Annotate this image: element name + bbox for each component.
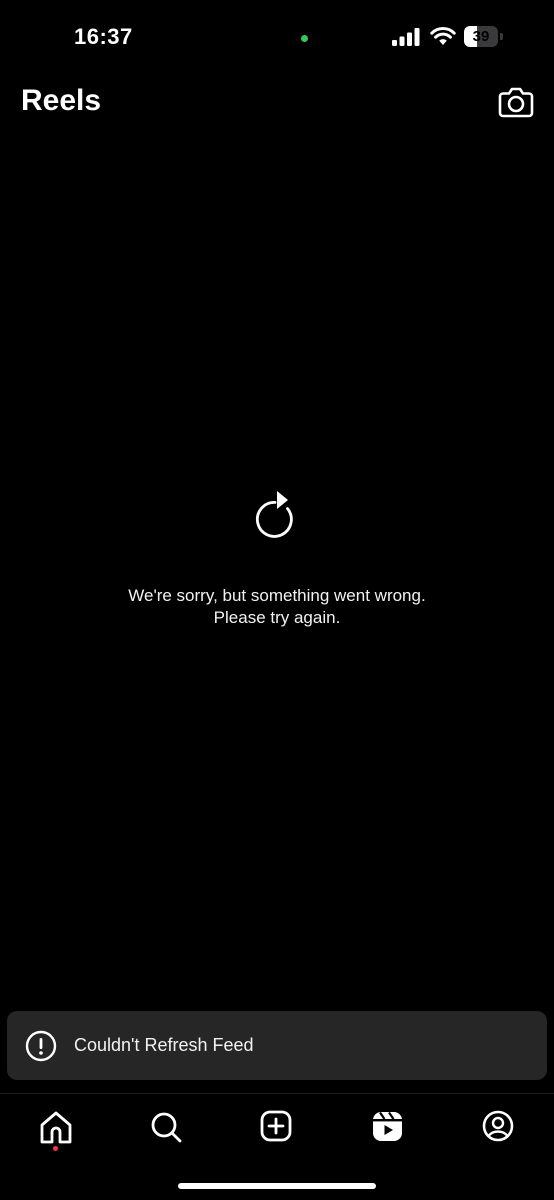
nav-reels-button[interactable] bbox=[368, 1108, 408, 1148]
refresh-icon bbox=[255, 491, 293, 538]
nav-create-button[interactable] bbox=[257, 1108, 297, 1148]
camera-icon bbox=[498, 87, 534, 118]
add-square-icon bbox=[260, 1110, 292, 1142]
notification-dot bbox=[53, 1146, 58, 1151]
mic-indicator-dot bbox=[301, 35, 308, 42]
profile-icon bbox=[482, 1110, 514, 1142]
retry-button[interactable] bbox=[253, 488, 301, 540]
page-title: Reels bbox=[21, 84, 102, 117]
error-message-line-2: Please try again. bbox=[213, 608, 341, 627]
nav-search-button[interactable] bbox=[146, 1108, 186, 1148]
home-icon bbox=[40, 1111, 72, 1144]
camera-button[interactable] bbox=[498, 85, 534, 119]
search-icon bbox=[151, 1112, 182, 1143]
wifi-icon bbox=[430, 27, 456, 45]
battery-tip bbox=[500, 33, 503, 40]
status-time: 16:37 bbox=[74, 24, 133, 49]
error-toast[interactable]: Couldn't Refresh Feed bbox=[7, 1011, 547, 1080]
alert-circle-icon bbox=[25, 1030, 57, 1062]
cellular-signal-icon bbox=[392, 28, 420, 46]
status-bar: 16:37 39 bbox=[0, 0, 554, 76]
nav-profile-button[interactable] bbox=[478, 1108, 518, 1148]
battery-indicator: 39 bbox=[464, 26, 498, 47]
battery-level: 39 bbox=[472, 28, 490, 45]
error-message-line-1: We're sorry, but something went wrong. bbox=[128, 586, 426, 605]
home-indicator[interactable] bbox=[178, 1183, 376, 1189]
error-state: We're sorry, but something went wrong. P… bbox=[0, 488, 554, 629]
reels-icon bbox=[373, 1111, 402, 1141]
toast-message: Couldn't Refresh Feed bbox=[74, 1035, 254, 1055]
nav-home-button[interactable] bbox=[36, 1108, 76, 1151]
error-message: We're sorry, but something went wrong. P… bbox=[0, 585, 554, 629]
